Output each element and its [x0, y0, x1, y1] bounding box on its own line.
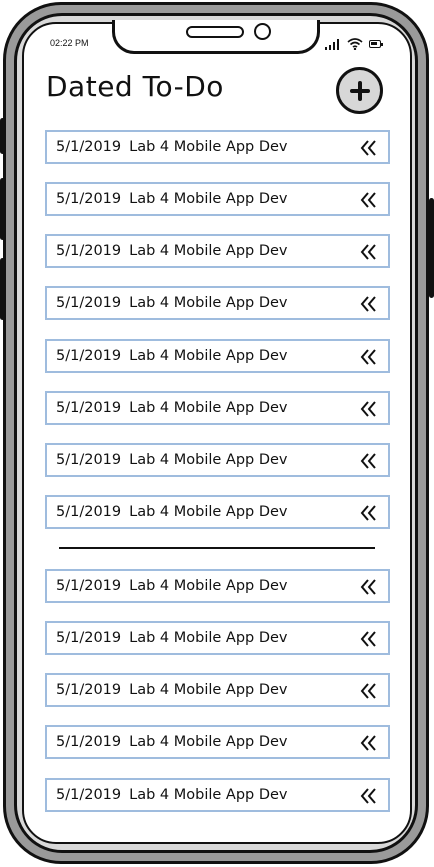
todo-date: 5/1/2019 — [56, 734, 122, 751]
todo-date: 5/1/2019 — [56, 451, 122, 468]
todo-title: Lab 4 Mobile App Dev — [129, 504, 288, 521]
todo-item-text: 5/1/2019 Lab 4 Mobile App Dev — [56, 295, 288, 311]
todo-title: Lab 4 Mobile App Dev — [129, 139, 288, 155]
todo-item[interactable]: 5/1/2019 Lab 4 Mobile App Dev — [45, 234, 390, 269]
todo-item-text: 5/1/2019 Lab 4 Mobile App Dev — [56, 787, 288, 803]
todo-title: Lab 4 Mobile App Dev — [129, 295, 288, 312]
todo-title: Lab 4 Mobile App Dev — [129, 347, 288, 364]
todo-date: 5/1/2019 — [56, 295, 122, 312]
todo-item[interactable]: 5/1/2019 Lab 4 Mobile App Dev — [45, 725, 390, 760]
todo-item[interactable]: 5/1/2019 Lab 4 Mobile App Dev — [45, 130, 390, 164]
todo-item-text: 5/1/2019 Lab 4 Mobile App Dev — [56, 348, 288, 364]
status-icons — [325, 38, 387, 52]
double-chevron-left-icon — [360, 296, 376, 313]
todo-item[interactable]: 5/1/2019 Lab 4 Mobile App Dev — [45, 495, 390, 530]
double-chevron-left-icon — [360, 192, 376, 208]
todo-date: 5/1/2019 — [56, 347, 122, 364]
todo-item[interactable]: 5/1/2019 Lab 4 Mobile App Dev — [45, 777, 390, 812]
todo-date: 5/1/2019 — [56, 399, 122, 416]
todo-item-text: 5/1/2019 Lab 4 Mobile App Dev — [56, 139, 288, 155]
double-chevron-left-icon — [360, 244, 376, 260]
double-chevron-left-icon — [360, 683, 376, 699]
todo-date: 5/1/2019 — [56, 630, 122, 647]
power-button — [429, 198, 434, 298]
todo-item-text: 5/1/2019 Lab 4 Mobile App Dev — [56, 504, 288, 520]
todo-item-text: 5/1/2019 Lab 4 Mobile App Dev — [56, 578, 288, 594]
volume-down-button — [0, 258, 5, 320]
page-title: Dated To-Do — [46, 70, 224, 103]
todo-item-text: 5/1/2019 Lab 4 Mobile App Dev — [56, 243, 288, 259]
battery-icon — [369, 40, 383, 48]
todo-item-text: 5/1/2019 Lab 4 Mobile App Dev — [56, 734, 288, 750]
todo-date: 5/1/2019 — [56, 786, 122, 803]
todo-item[interactable]: 5/1/2019 Lab 4 Mobile App Dev — [45, 286, 390, 321]
todo-title: Lab 4 Mobile App Dev — [129, 578, 288, 594]
todo-title: Lab 4 Mobile App Dev — [129, 786, 288, 803]
todo-item[interactable]: 5/1/2019 Lab 4 Mobile App Dev — [45, 673, 390, 708]
todo-item-text: 5/1/2019 Lab 4 Mobile App Dev — [56, 452, 288, 468]
todo-date: 5/1/2019 — [56, 504, 122, 521]
volume-up-button — [0, 178, 5, 240]
double-chevron-left-icon — [360, 348, 376, 365]
double-chevron-left-icon — [360, 401, 376, 417]
todo-item[interactable]: 5/1/2019 Lab 4 Mobile App Dev — [45, 569, 390, 603]
todo-date: 5/1/2019 — [56, 243, 122, 260]
double-chevron-left-icon — [360, 453, 376, 469]
todo-title: Lab 4 Mobile App Dev — [129, 191, 288, 208]
todo-title: Lab 4 Mobile App Dev — [129, 243, 288, 260]
add-todo-button[interactable] — [336, 67, 383, 114]
todo-item[interactable]: 5/1/2019 Lab 4 Mobile App Dev — [45, 390, 390, 425]
signal-icon — [325, 38, 343, 50]
todo-date: 5/1/2019 — [56, 682, 122, 699]
todo-item-text: 5/1/2019 Lab 4 Mobile App Dev — [56, 400, 288, 416]
double-chevron-left-icon — [360, 631, 376, 647]
camera-icon — [254, 23, 271, 40]
todo-date: 5/1/2019 — [56, 139, 122, 155]
double-chevron-left-icon — [360, 140, 376, 156]
todo-title: Lab 4 Mobile App Dev — [129, 451, 288, 468]
todo-date: 5/1/2019 — [56, 191, 122, 208]
todo-title: Lab 4 Mobile App Dev — [129, 630, 288, 647]
speaker-icon — [186, 26, 244, 38]
double-chevron-left-icon — [360, 787, 376, 804]
todo-date: 5/1/2019 — [56, 578, 122, 594]
mute-switch — [0, 118, 5, 154]
todo-item-text: 5/1/2019 Lab 4 Mobile App Dev — [56, 682, 288, 698]
todo-item-text: 5/1/2019 Lab 4 Mobile App Dev — [56, 630, 288, 646]
double-chevron-left-icon — [360, 579, 376, 595]
double-chevron-left-icon — [360, 735, 376, 752]
todo-title: Lab 4 Mobile App Dev — [129, 682, 288, 699]
todo-title: Lab 4 Mobile App Dev — [129, 734, 288, 751]
double-chevron-left-icon — [360, 505, 376, 521]
todo-title: Lab 4 Mobile App Dev — [129, 399, 288, 416]
section-divider — [59, 547, 375, 549]
wifi-icon — [347, 38, 363, 50]
plus-icon — [349, 80, 370, 101]
todo-item[interactable]: 5/1/2019 Lab 4 Mobile App Dev — [45, 338, 390, 373]
status-time: 02:22 PM — [50, 38, 89, 48]
todo-item-text: 5/1/2019 Lab 4 Mobile App Dev — [56, 191, 288, 207]
todo-item[interactable]: 5/1/2019 Lab 4 Mobile App Dev — [45, 621, 390, 656]
todo-item[interactable]: 5/1/2019 Lab 4 Mobile App Dev — [45, 182, 390, 217]
todo-item[interactable]: 5/1/2019 Lab 4 Mobile App Dev — [45, 442, 390, 477]
